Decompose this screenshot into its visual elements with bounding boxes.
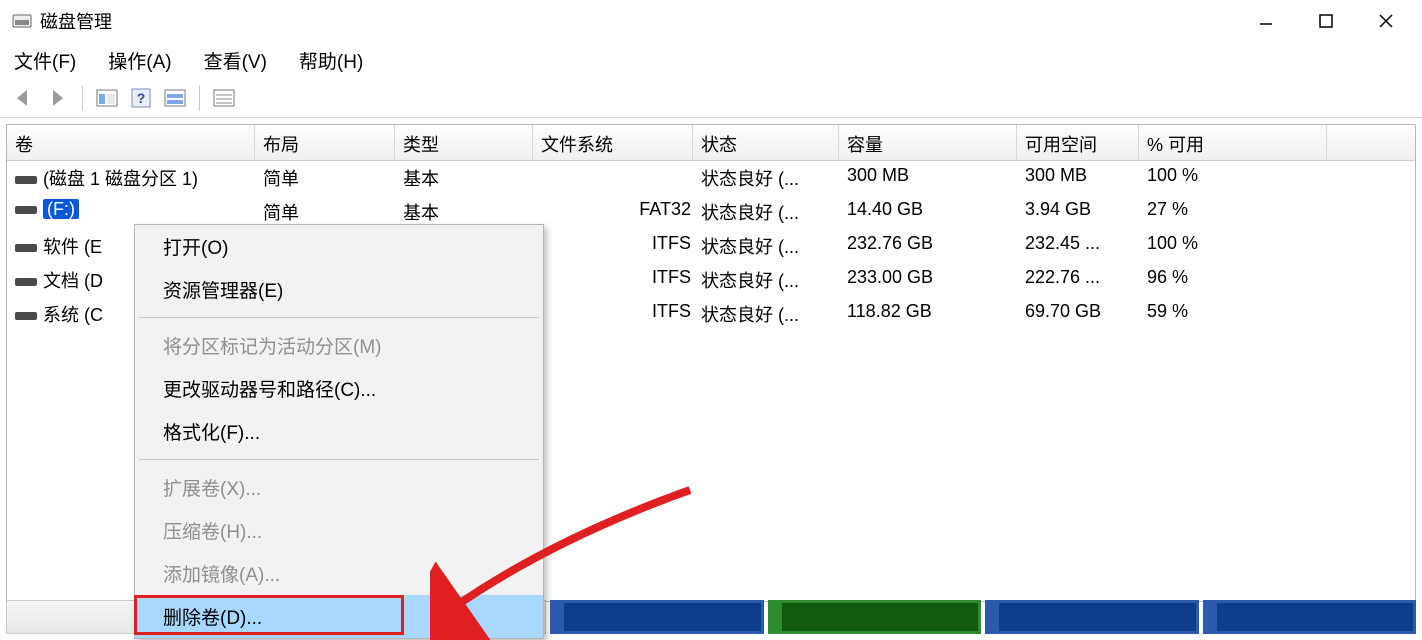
titlebar: 磁盘管理 (0, 0, 1422, 42)
col-free[interactable]: 可用空间 (1017, 125, 1139, 160)
cell-pct: 100 % (1139, 161, 1327, 195)
cell-pct: 59 % (1139, 297, 1327, 331)
forward-button[interactable] (44, 84, 72, 112)
disk-management-icon (12, 11, 32, 31)
cell-capacity: 118.82 GB (839, 297, 1017, 331)
col-type[interactable]: 类型 (395, 125, 533, 160)
cell-type: 基本 (395, 161, 533, 195)
disk-icon (15, 278, 37, 286)
cell-volume: (F:) (43, 199, 79, 219)
menu-help[interactable]: 帮助(H) (299, 47, 363, 74)
cell-volume: 系统 (C (43, 305, 103, 325)
ctx-separator (139, 459, 539, 460)
cell-capacity: 233.00 GB (839, 263, 1017, 297)
disk-icon (15, 244, 37, 252)
svg-text:?: ? (137, 90, 146, 106)
menubar: 文件(F) 操作(A) 查看(V) 帮助(H) (0, 42, 1422, 78)
cell-free: 232.45 ... (1017, 229, 1139, 263)
cell-capacity: 14.40 GB (839, 195, 1017, 229)
cell-volume: 文档 (D (43, 271, 103, 291)
cell-pct: 96 % (1139, 263, 1327, 297)
cell-fs: ITFS (533, 297, 693, 331)
col-percent[interactable]: % 可用 (1139, 125, 1327, 160)
col-capacity[interactable]: 容量 (839, 125, 1017, 160)
col-spacer (1327, 125, 1415, 160)
col-layout[interactable]: 布局 (255, 125, 395, 160)
cell-fs: ITFS (533, 263, 693, 297)
toolbar: ? (0, 78, 1422, 118)
ctx-format[interactable]: 格式化(F)... (135, 410, 543, 453)
ctx-delete-volume[interactable]: 删除卷(D)... (135, 595, 543, 638)
cell-free: 69.70 GB (1017, 297, 1139, 331)
col-filesystem[interactable]: 文件系统 (533, 125, 693, 160)
cell-layout: 简单 (255, 161, 395, 195)
show-hide-console-tree-icon[interactable] (93, 84, 121, 112)
cell-pct: 100 % (1139, 229, 1327, 263)
disk-map-partition[interactable] (550, 600, 764, 634)
close-button[interactable] (1356, 1, 1416, 41)
maximize-button[interactable] (1296, 1, 1356, 41)
cell-fs: ITFS (533, 229, 693, 263)
col-volume[interactable]: 卷 (7, 125, 255, 160)
list-view-icon[interactable] (210, 84, 238, 112)
ctx-change-letter[interactable]: 更改驱动器号和路径(C)... (135, 367, 543, 410)
menu-action[interactable]: 操作(A) (108, 47, 171, 74)
ctx-mark-active: 将分区标记为活动分区(M) (135, 324, 543, 367)
ctx-mirror: 添加镜像(A)... (135, 552, 543, 595)
cell-pct: 27 % (1139, 195, 1327, 229)
cell-free: 300 MB (1017, 161, 1139, 195)
cell-capacity: 300 MB (839, 161, 1017, 195)
ctx-extend: 扩展卷(X)... (135, 466, 543, 509)
window-title: 磁盘管理 (40, 8, 112, 34)
col-status[interactable]: 状态 (693, 125, 839, 160)
cell-volume: 软件 (E (43, 237, 102, 257)
disk-map-partition[interactable] (1203, 600, 1417, 634)
disk-map-partition[interactable] (768, 600, 982, 634)
cell-status: 状态良好 (... (693, 229, 839, 263)
cell-fs (533, 161, 693, 195)
ctx-shrink: 压缩卷(H)... (135, 509, 543, 552)
cell-status: 状态良好 (... (693, 297, 839, 331)
menu-file[interactable]: 文件(F) (14, 47, 76, 74)
ctx-separator (139, 317, 539, 318)
minimize-button[interactable] (1236, 1, 1296, 41)
cell-volume: (磁盘 1 磁盘分区 1) (43, 169, 198, 189)
table-header: 卷 布局 类型 文件系统 状态 容量 可用空间 % 可用 (7, 125, 1415, 161)
cell-free: 3.94 GB (1017, 195, 1139, 229)
cell-free: 222.76 ... (1017, 263, 1139, 297)
context-menu: 打开(O) 资源管理器(E) 将分区标记为活动分区(M) 更改驱动器号和路径(C… (134, 224, 544, 639)
cell-status: 状态良好 (... (693, 195, 839, 229)
window-controls (1236, 1, 1416, 41)
disk-icon (15, 176, 37, 184)
disk-icon (15, 206, 37, 214)
ctx-explorer[interactable]: 资源管理器(E) (135, 268, 543, 311)
action-icon[interactable] (161, 84, 189, 112)
disk-map-partition[interactable] (985, 600, 1199, 634)
cell-fs: FAT32 (533, 195, 693, 229)
cell-status: 状态良好 (... (693, 161, 839, 195)
help-icon[interactable]: ? (127, 84, 155, 112)
table-row[interactable]: (磁盘 1 磁盘分区 1) 简单 基本 状态良好 (... 300 MB 300… (7, 161, 1415, 195)
menu-view[interactable]: 查看(V) (204, 47, 267, 74)
back-button[interactable] (10, 84, 38, 112)
cell-capacity: 232.76 GB (839, 229, 1017, 263)
ctx-open[interactable]: 打开(O) (135, 225, 543, 268)
cell-status: 状态良好 (... (693, 263, 839, 297)
disk-icon (15, 312, 37, 320)
